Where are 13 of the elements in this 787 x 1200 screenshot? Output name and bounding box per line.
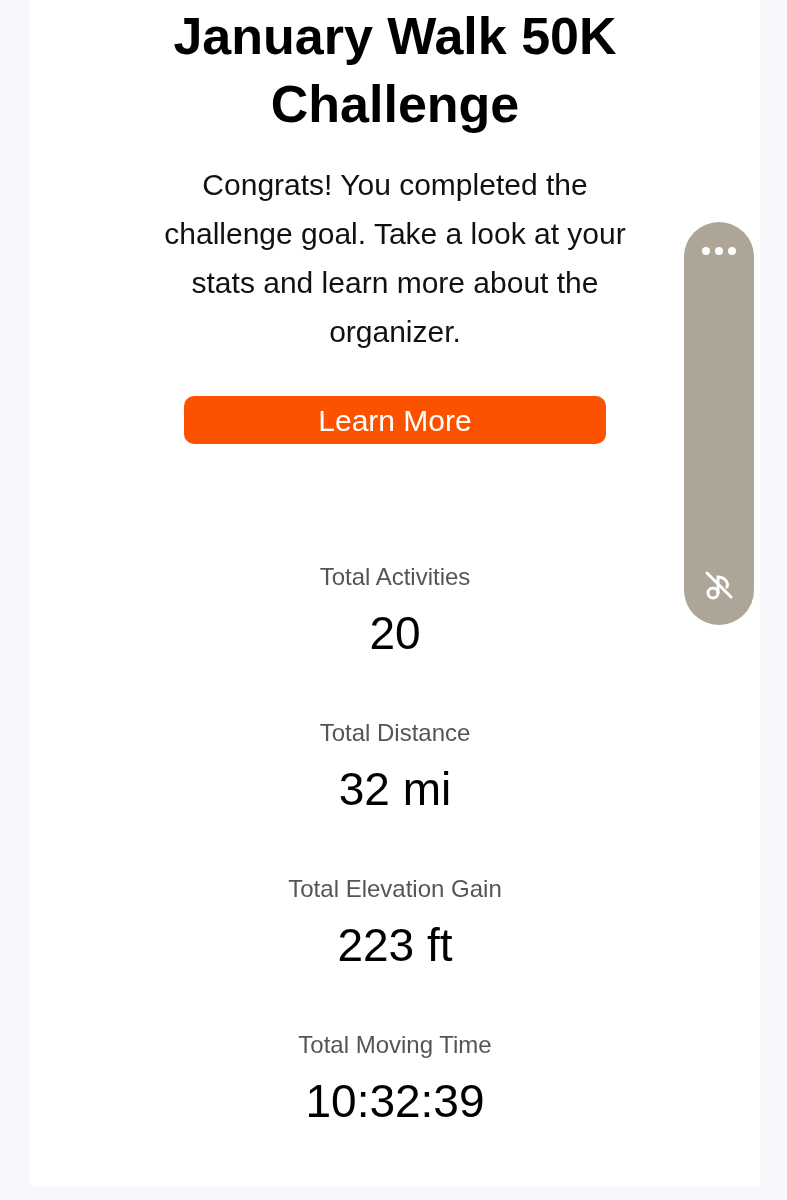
stat-label: Total Activities (319, 562, 471, 592)
congrats-message: Congrats! You completed the challenge goal. Take a look at your stats and learn more about the organizer. (163, 167, 627, 350)
stat-value: 10:32:39 (305, 1074, 485, 1128)
stat-label: Total Moving Time (298, 1030, 492, 1060)
music-off-icon[interactable] (703, 569, 735, 601)
stat-value: 223 ft (337, 918, 453, 972)
more-icon[interactable] (701, 246, 737, 256)
stat-value: 32 mi (338, 762, 452, 816)
stat-label: Total Distance (319, 718, 471, 748)
learn-more-button[interactable]: Learn More (184, 396, 606, 444)
challenge-title: January Walk 50K Challenge (172, 6, 618, 135)
stat-label: Total Elevation Gain (288, 874, 502, 904)
stat-value: 20 (369, 606, 421, 660)
